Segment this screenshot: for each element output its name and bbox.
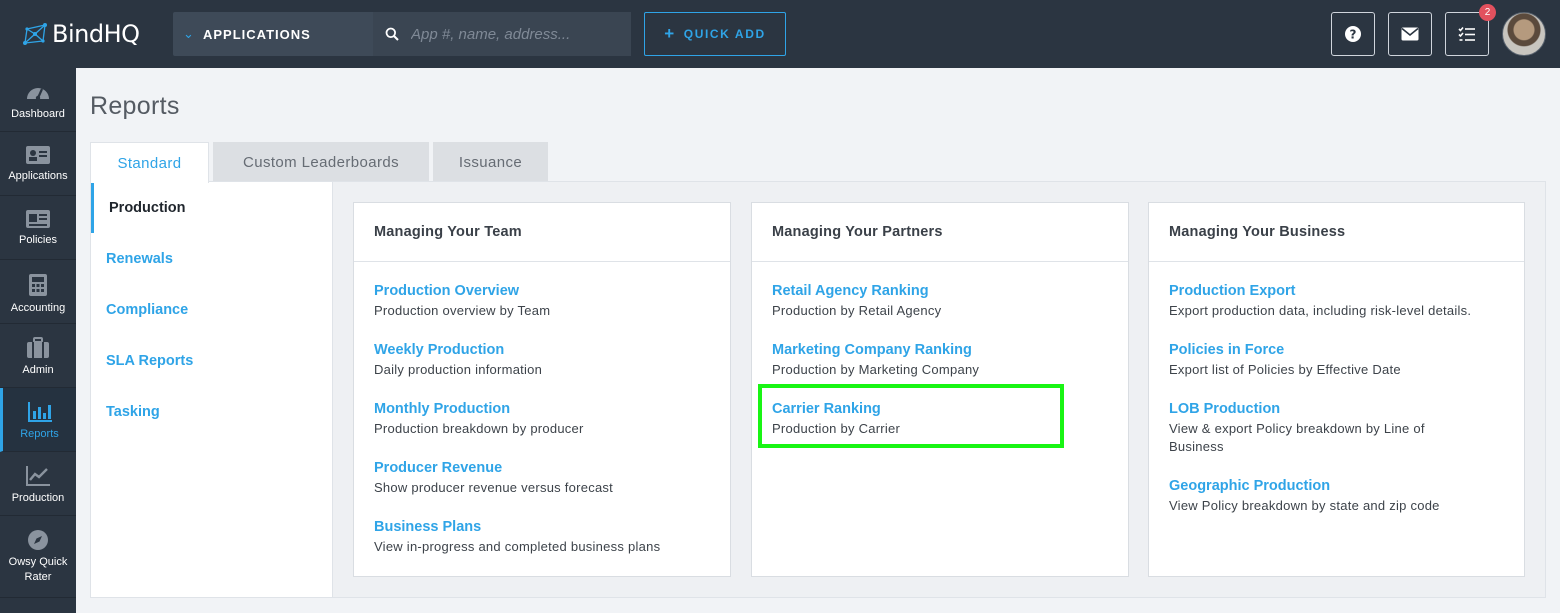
report-item: Producer Revenue Show producer revenue v… — [374, 459, 613, 497]
report-link-production-overview[interactable]: Production Overview — [374, 282, 550, 300]
report-item: Retail Agency Ranking Production by Reta… — [772, 282, 941, 320]
sidebar-item-reports[interactable]: Reports — [0, 388, 76, 452]
quick-add-label: QUICK ADD — [683, 27, 766, 41]
sidebar-item-accounting[interactable]: Accounting — [0, 260, 76, 324]
sidebar-item-policies[interactable]: Policies — [0, 196, 76, 260]
card-title: Managing Your Partners — [752, 203, 1128, 262]
subnav-item-tasking[interactable]: Tasking — [91, 386, 332, 437]
sidebar-item-label: Admin — [22, 364, 54, 376]
sidebar-item-label: Production — [11, 492, 65, 504]
report-link-weekly-production[interactable]: Weekly Production — [374, 341, 542, 359]
messages-button[interactable] — [1388, 12, 1432, 56]
sidebar-item-label: Applications — [8, 170, 68, 182]
sidebar-item-owsy-quick-rater[interactable]: Owsy Quick Rater — [0, 516, 76, 598]
subnav-item-renewals[interactable]: Renewals — [91, 233, 332, 284]
module-select[interactable]: ⌄ APPLICATIONS — [173, 12, 373, 56]
report-description: Production overview by Team — [374, 303, 551, 318]
top-bar: BindHQ ⌄ APPLICATIONS + QUICK ADD ? — [0, 0, 1560, 68]
sidebar-item-admin[interactable]: Admin — [0, 324, 76, 388]
report-category-nav: Production Renewals Compliance SLA Repor… — [91, 182, 333, 597]
report-description: Production breakdown by producer — [374, 421, 584, 436]
bar-chart-icon — [27, 402, 52, 422]
report-link-lob-production[interactable]: LOB Production — [1169, 400, 1425, 418]
report-item: LOB Production View & export Policy brea… — [1169, 400, 1425, 456]
report-description-continued: Business — [1169, 439, 1224, 454]
subnav-item-compliance[interactable]: Compliance — [91, 284, 332, 335]
bindhq-logo[interactable]: BindHQ — [22, 18, 140, 50]
report-link-policies-in-force[interactable]: Policies in Force — [1169, 341, 1401, 359]
card-managing-your-team: Managing Your Team Production Overview P… — [353, 202, 731, 577]
module-select-label: APPLICATIONS — [203, 26, 311, 42]
plus-icon: + — [664, 24, 676, 43]
report-item: Production Export Export production data… — [1169, 282, 1471, 320]
search-box[interactable] — [373, 12, 631, 56]
calculator-icon — [29, 274, 47, 296]
card-title: Managing Your Team — [354, 203, 730, 262]
report-item: Production Overview Production overview … — [374, 282, 550, 320]
brand-name: BindHQ — [52, 20, 140, 48]
help-button[interactable]: ? — [1331, 12, 1375, 56]
briefcase-icon — [27, 337, 49, 358]
tasks-count-badge: 2 — [1479, 4, 1496, 21]
trend-chart-icon — [26, 466, 50, 486]
chevron-down-icon: ⌄ — [183, 26, 194, 41]
tab-issuance[interactable]: Issuance — [433, 142, 548, 182]
user-avatar[interactable] — [1502, 12, 1546, 56]
policy-card-icon — [26, 210, 50, 228]
svg-text:?: ? — [1350, 28, 1357, 42]
sidebar-item-label: Dashboard — [11, 108, 65, 120]
sidebar-item-label: Owsy Quick Rater — [8, 556, 68, 583]
sidebar-item-dashboard[interactable]: Dashboard — [0, 68, 76, 132]
report-description: Production by Retail Agency — [772, 303, 942, 318]
report-link-marketing-company-ranking[interactable]: Marketing Company Ranking — [772, 341, 979, 359]
envelope-icon — [1401, 27, 1419, 41]
report-description: View Policy breakdown by state and zip c… — [1169, 498, 1440, 513]
report-item: Monthly Production Production breakdown … — [374, 400, 584, 438]
report-item: Marketing Company Ranking Production by … — [772, 341, 979, 379]
id-card-icon — [26, 146, 50, 164]
report-description: View & export Policy breakdown by Line o… — [1169, 421, 1425, 436]
checklist-icon — [1458, 26, 1475, 41]
sidebar-item-applications[interactable]: Applications — [0, 132, 76, 196]
report-description: Export production data, including risk-l… — [1169, 303, 1472, 318]
logo-network-icon — [23, 23, 47, 45]
report-item: Business Plans View in-progress and comp… — [374, 518, 660, 556]
report-item: Policies in Force Export list of Policie… — [1169, 341, 1401, 379]
sidebar-item-label: Policies — [19, 234, 57, 246]
report-link-monthly-production[interactable]: Monthly Production — [374, 400, 584, 418]
card-title: Managing Your Business — [1149, 203, 1524, 262]
report-link-business-plans[interactable]: Business Plans — [374, 518, 660, 536]
report-link-retail-agency-ranking[interactable]: Retail Agency Ranking — [772, 282, 941, 300]
search-input[interactable] — [411, 25, 626, 43]
quick-add-button[interactable]: + QUICK ADD — [644, 12, 786, 56]
report-item: Geographic Production View Policy breakd… — [1169, 477, 1440, 515]
subnav-item-sla-reports[interactable]: SLA Reports — [91, 335, 332, 386]
subnav-item-production[interactable]: Production — [91, 182, 332, 233]
compass-icon — [28, 530, 48, 550]
report-description: Show producer revenue versus forecast — [374, 480, 614, 495]
sidebar: Dashboard Applications Policies Accounti… — [0, 68, 76, 613]
report-link-producer-revenue[interactable]: Producer Revenue — [374, 459, 613, 477]
report-description: Daily production information — [374, 362, 543, 377]
tab-custom-leaderboards[interactable]: Custom Leaderboards — [213, 142, 429, 182]
sidebar-item-label: Reports — [20, 428, 59, 440]
search-icon — [385, 27, 399, 41]
card-managing-your-business: Managing Your Business Production Export… — [1148, 202, 1525, 577]
gauge-icon — [27, 88, 49, 101]
carrier-ranking-highlight — [758, 384, 1064, 448]
sidebar-item-production[interactable]: Production — [0, 452, 76, 516]
tab-standard[interactable]: Standard — [90, 142, 209, 183]
report-description: View in-progress and completed business … — [374, 539, 661, 554]
report-link-production-export[interactable]: Production Export — [1169, 282, 1471, 300]
report-description: Production by Marketing Company — [772, 362, 980, 377]
sidebar-item-label: Accounting — [10, 302, 66, 314]
question-icon: ? — [1345, 26, 1361, 42]
page-title: Reports — [90, 92, 180, 120]
report-link-geographic-production[interactable]: Geographic Production — [1169, 477, 1440, 495]
report-description: Export list of Policies by Effective Dat… — [1169, 362, 1401, 377]
report-item: Weekly Production Daily production infor… — [374, 341, 542, 379]
